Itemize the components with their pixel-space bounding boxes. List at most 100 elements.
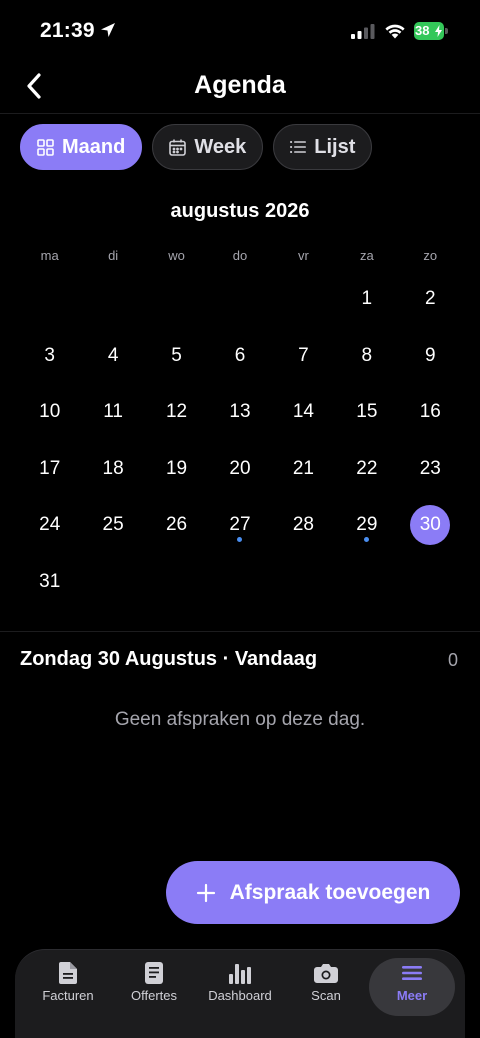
day-number: 18	[102, 457, 124, 479]
document-icon	[59, 962, 77, 984]
event-dot-indicator	[364, 536, 370, 542]
calendar-day[interactable]: 10	[18, 384, 81, 441]
calendar-day[interactable]: 31	[18, 554, 81, 611]
calendar-day[interactable]: 18	[81, 441, 144, 498]
bar-chart-icon	[229, 964, 251, 984]
calendar-day[interactable]: 13	[208, 384, 271, 441]
grid-icon	[37, 138, 54, 156]
day-number: 20	[229, 457, 251, 479]
nav-item-offertes[interactable]: Offertes	[111, 958, 197, 1016]
day-number: 31	[39, 570, 61, 592]
weekday-label: wo	[168, 248, 185, 263]
calendar-day[interactable]: 6	[208, 328, 271, 385]
calendar-day-today[interactable]: 30	[399, 497, 462, 554]
calendar-day[interactable]: 16	[399, 384, 462, 441]
day-number: 3	[44, 344, 55, 366]
tab-week[interactable]: Week	[152, 124, 264, 170]
location-arrow-icon	[101, 23, 115, 37]
plus-icon	[196, 883, 215, 902]
add-appointment-button[interactable]: Afspraak toevoegen	[166, 861, 460, 924]
calendar-day[interactable]: 25	[81, 497, 144, 554]
day-number: 24	[39, 514, 61, 536]
calendar-day[interactable]: 3	[18, 328, 81, 385]
tab-week-label: Week	[194, 135, 247, 158]
day-number: 19	[165, 457, 188, 479]
camera-icon	[314, 964, 338, 983]
calendar-day[interactable]: 19	[145, 441, 208, 498]
day-number: 13	[229, 401, 251, 423]
calendar-blank	[272, 271, 335, 328]
day-number: 15	[356, 401, 378, 423]
day-number: 30	[410, 505, 451, 546]
nav-label: Dashboard	[208, 988, 272, 1003]
calendar-day[interactable]: 9	[399, 328, 462, 385]
calendar-divider	[0, 631, 480, 632]
status-bar: 21:39 38	[0, 0, 480, 62]
calendar-day[interactable]: 12	[145, 384, 208, 441]
status-time: 21:39	[40, 19, 95, 42]
appointment-count: 0	[447, 650, 458, 670]
calendar-day[interactable]: 29	[335, 497, 398, 554]
calendar-day[interactable]: 15	[335, 384, 398, 441]
calendar-day[interactable]: 1	[335, 271, 398, 328]
calendar-day[interactable]: 8	[335, 328, 398, 385]
nav-label: Facturen	[42, 988, 94, 1003]
day-number: 28	[292, 514, 314, 536]
weekday-label: ma	[40, 248, 59, 263]
day-number: 7	[298, 344, 309, 366]
nav-item-meer[interactable]: Meer	[369, 958, 455, 1016]
file-lines-icon	[145, 962, 163, 984]
calendar-day[interactable]: 28	[272, 497, 335, 554]
calendar-day[interactable]: 7	[272, 328, 335, 385]
calendar-day[interactable]: 22	[335, 441, 398, 498]
day-number: 14	[292, 401, 314, 423]
weekday-label: do	[232, 248, 248, 263]
calendar-day[interactable]: 20	[208, 441, 271, 498]
calendar-day[interactable]: 14	[272, 384, 335, 441]
nav-label: Offertes	[130, 988, 177, 1003]
battery-level: 38	[415, 23, 430, 38]
day-number: 17	[39, 457, 61, 479]
wifi-icon	[385, 24, 405, 39]
calendar-blank	[145, 271, 208, 328]
calendar-blank	[81, 271, 144, 328]
weekday-header: ma di wo do vr za zo	[18, 248, 462, 263]
calendar-day[interactable]: 2	[399, 271, 462, 328]
cellular-signal-icon	[351, 24, 375, 39]
nav-label: Meer	[396, 988, 428, 1003]
calendar-day[interactable]: 4	[81, 328, 144, 385]
nav-item-scan[interactable]: Scan	[283, 958, 369, 1016]
add-appointment-label: Afspraak toevoegen	[229, 880, 431, 904]
day-number: 25	[102, 514, 124, 536]
calendar-day[interactable]: 5	[145, 328, 208, 385]
tab-month[interactable]: Maand	[20, 124, 143, 170]
calendar-blank	[18, 271, 81, 328]
page-title: Agenda	[194, 71, 286, 99]
tab-month-label: Maand	[62, 135, 126, 158]
weekday-label: di	[108, 248, 119, 263]
list-icon	[290, 141, 307, 153]
day-number: 16	[419, 401, 441, 423]
day-number: 4	[107, 344, 119, 366]
day-number: 1	[361, 288, 373, 310]
calendar-day[interactable]: 26	[145, 497, 208, 554]
day-number: 21	[292, 457, 314, 479]
weekday-label: zo	[423, 248, 438, 263]
nav-item-facturen[interactable]: Facturen	[25, 958, 111, 1016]
day-number: 26	[165, 514, 188, 536]
day-number: 9	[424, 344, 436, 366]
day-number: 8	[361, 344, 373, 366]
tab-list[interactable]: Lijst	[273, 124, 373, 170]
calendar-day[interactable]: 23	[399, 441, 462, 498]
calendar-day[interactable]: 11	[81, 384, 144, 441]
bottom-nav: Facturen Offertes Dashboard Scan Meer	[15, 949, 465, 1038]
calendar-day[interactable]: 24	[18, 497, 81, 554]
calendar-day[interactable]: 27	[208, 497, 271, 554]
nav-item-dashboard[interactable]: Dashboard	[197, 958, 283, 1016]
day-number: 10	[39, 401, 61, 423]
calendar-day[interactable]: 21	[272, 441, 335, 498]
day-number: 11	[103, 401, 123, 423]
weekday-label: za	[359, 248, 374, 263]
month-title: augustus 2026	[170, 200, 310, 222]
calendar-day[interactable]: 17	[18, 441, 81, 498]
